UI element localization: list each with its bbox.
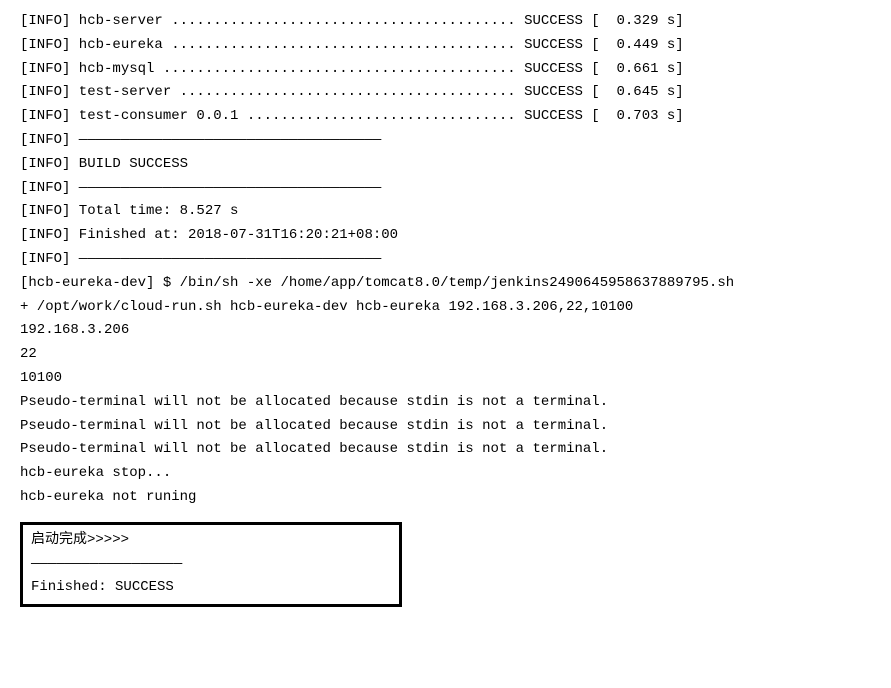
log-line: 10100 [20, 367, 871, 391]
log-line: [INFO] —————————————————————————————————… [20, 129, 871, 153]
log-line: hcb-eureka stop... [20, 462, 871, 486]
log-line: Pseudo-terminal will not be allocated be… [20, 391, 871, 415]
log-line: 22 [20, 343, 871, 367]
log-line: [INFO] hcb-server ......................… [20, 10, 871, 34]
log-line: [INFO] —————————————————————————————————… [20, 248, 871, 272]
console-output: [INFO] hcb-server ......................… [20, 10, 871, 510]
log-line: 192.168.3.206 [20, 319, 871, 343]
divider-line: —————————————————— [31, 553, 391, 577]
log-line: hcb-eureka not runing [20, 486, 871, 510]
log-line: [INFO] test-consumer 0.0.1 .............… [20, 105, 871, 129]
log-line: [INFO] Total time: 8.527 s [20, 200, 871, 224]
log-line: [INFO] Finished at: 2018-07-31T16:20:21+… [20, 224, 871, 248]
final-status-box: 启动完成>>>>> —————————————————— Finished: S… [20, 522, 402, 607]
log-line: [hcb-eureka-dev] $ /bin/sh -xe /home/app… [20, 272, 871, 296]
log-line: + /opt/work/cloud-run.sh hcb-eureka-dev … [20, 296, 871, 320]
finished-status-line: Finished: SUCCESS [31, 576, 391, 600]
log-line: [INFO] —————————————————————————————————… [20, 177, 871, 201]
log-line: [INFO] hcb-eureka ......................… [20, 34, 871, 58]
log-line: [INFO] test-server .....................… [20, 81, 871, 105]
log-line: [INFO] BUILD SUCCESS [20, 153, 871, 177]
log-line: Pseudo-terminal will not be allocated be… [20, 438, 871, 462]
log-line: [INFO] hcb-mysql .......................… [20, 58, 871, 82]
log-line: Pseudo-terminal will not be allocated be… [20, 415, 871, 439]
startup-complete-line: 启动完成>>>>> [31, 529, 391, 553]
